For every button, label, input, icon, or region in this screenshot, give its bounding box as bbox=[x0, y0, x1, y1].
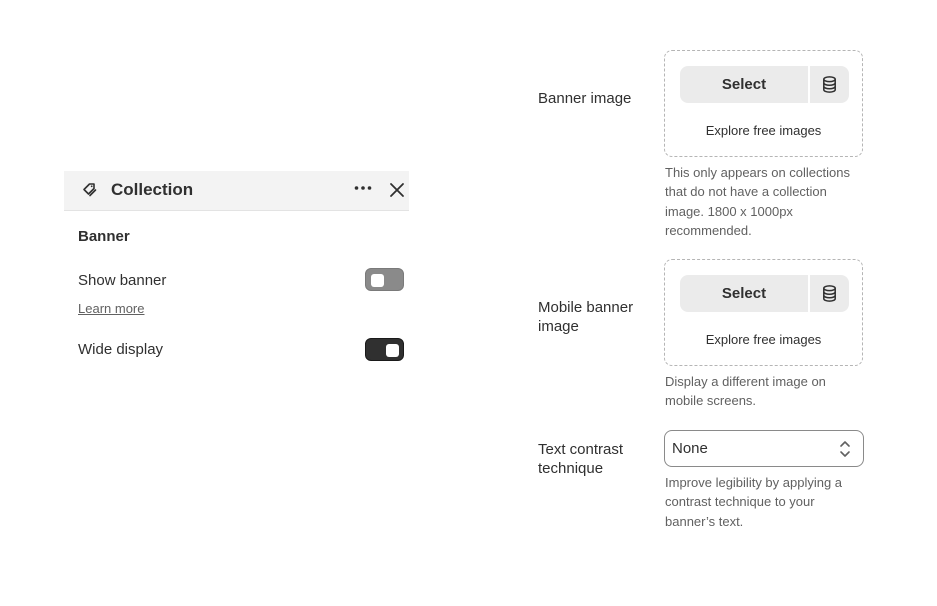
panel-title: Collection bbox=[111, 180, 194, 199]
mobile-banner-image-label: Mobile banner image bbox=[538, 299, 634, 335]
mobile-banner-image-picker: Select Explore free images bbox=[664, 259, 863, 366]
section-title-banner: Banner bbox=[78, 228, 130, 245]
mobile-banner-image-help: Display a different image on mobile scre… bbox=[665, 374, 826, 409]
banner-image-picker: Select Explore free images bbox=[664, 50, 863, 157]
mobile-banner-image-select-button[interactable]: Select bbox=[680, 275, 808, 312]
more-dots-icon[interactable] bbox=[353, 181, 373, 201]
mobile-banner-image-explore-link[interactable]: Explore free images bbox=[665, 332, 862, 347]
text-contrast-value: None bbox=[672, 440, 708, 457]
database-icon bbox=[823, 76, 836, 93]
close-icon[interactable] bbox=[387, 180, 407, 200]
text-contrast-select[interactable]: None bbox=[664, 430, 864, 467]
panel-header: Collection bbox=[64, 171, 409, 211]
toggle-knob bbox=[386, 344, 399, 357]
show-banner-label: Show banner bbox=[78, 272, 167, 289]
tag-icon bbox=[83, 183, 97, 197]
banner-image-select-button[interactable]: Select bbox=[680, 66, 808, 103]
database-icon bbox=[823, 285, 836, 302]
banner-image-explore-link[interactable]: Explore free images bbox=[665, 123, 862, 138]
collection-panel: Collection Banner Show banner Learn more… bbox=[64, 171, 409, 391]
wide-display-toggle[interactable] bbox=[365, 338, 404, 361]
banner-image-label: Banner image bbox=[538, 90, 632, 107]
text-contrast-help: Improve legibility by applying a contras… bbox=[665, 475, 843, 529]
toggle-knob bbox=[371, 274, 384, 287]
banner-image-library-button[interactable] bbox=[810, 66, 849, 103]
text-contrast-label: Text contrast technique bbox=[538, 441, 624, 477]
banner-image-help: This only appears on collections that do… bbox=[665, 165, 850, 238]
select-chevrons-icon bbox=[840, 441, 850, 457]
show-banner-toggle[interactable] bbox=[365, 268, 404, 291]
wide-display-label: Wide display bbox=[78, 341, 164, 358]
mobile-banner-image-library-button[interactable] bbox=[810, 275, 849, 312]
learn-more-link[interactable]: Learn more bbox=[78, 301, 144, 316]
